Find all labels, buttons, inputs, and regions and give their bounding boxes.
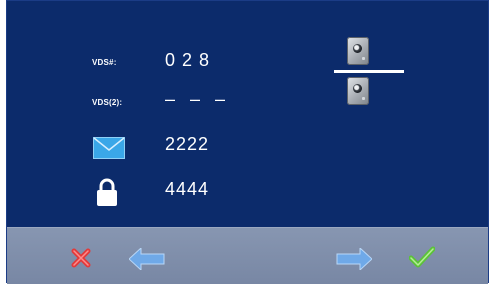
divider [334,70,404,73]
bottom-toolbar [7,227,488,284]
next-button[interactable] [332,228,382,285]
indicator-dot [362,57,365,60]
door-station-icon[interactable] [347,77,369,105]
back-button[interactable] [123,228,173,285]
lock-icon [95,177,119,207]
vds-value[interactable]: 0 2 8 [165,50,210,71]
confirm-button[interactable] [405,228,445,285]
cancel-button[interactable] [65,228,105,285]
settings-screen: VDS#: 0 2 8 VDS(2): – – – 2222 4444 [6,0,489,284]
cross-icon [71,248,91,268]
arrow-left-icon [129,248,165,270]
door-station-icon[interactable] [347,37,369,65]
indicator-dot [362,97,365,100]
camera-lens [353,84,362,93]
envelope-icon [93,137,125,159]
checkmark-icon [409,246,435,268]
camera-lens [353,44,362,53]
vds-label: VDS#: [92,58,117,67]
arrow-right-icon [336,248,372,270]
unlock-code-value[interactable]: 4444 [165,179,209,200]
vds2-label: VDS(2): [92,98,123,107]
message-code-value[interactable]: 2222 [165,134,209,155]
vds2-value[interactable]: – – – [165,89,230,110]
